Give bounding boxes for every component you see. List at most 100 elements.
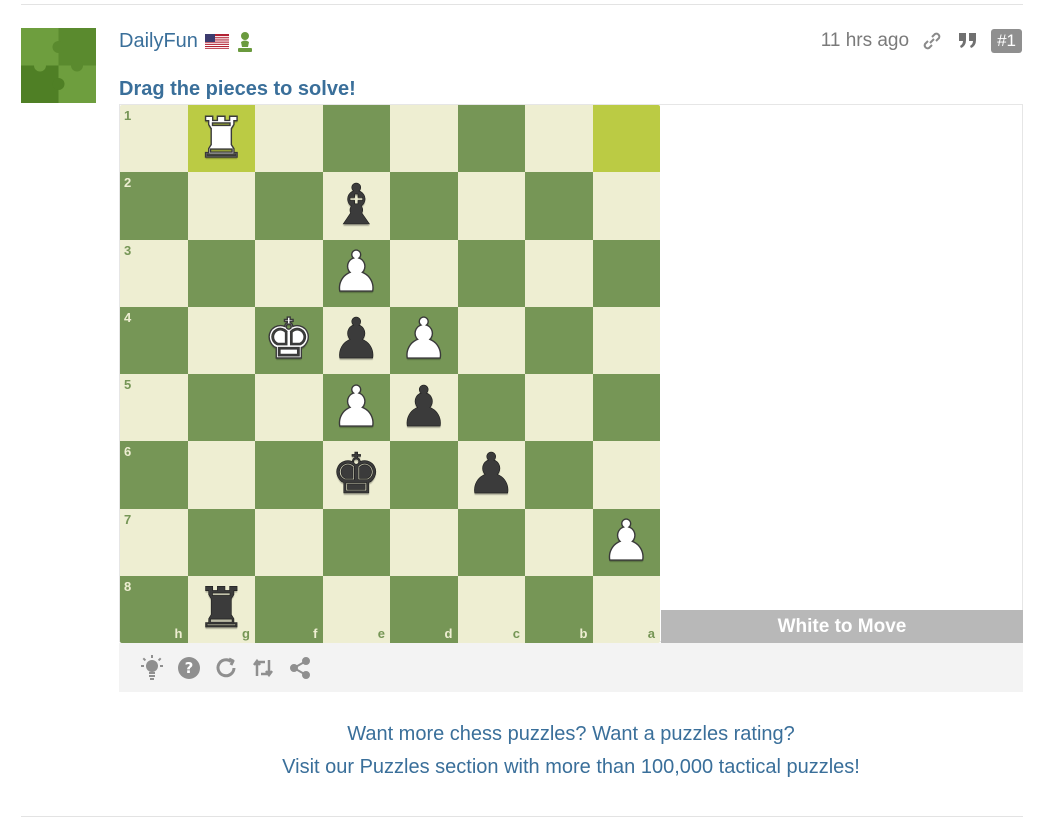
square-h7[interactable]: 7	[120, 508, 188, 576]
square-d5[interactable]: ♟	[390, 374, 458, 442]
white-piece[interactable]: ♟	[398, 311, 450, 368]
square-f3[interactable]	[255, 239, 323, 307]
black-piece[interactable]: ♜	[196, 581, 247, 638]
black-piece[interactable]: ♟	[331, 312, 382, 369]
black-piece[interactable]: ♚	[331, 446, 382, 503]
white-piece[interactable]: ♚	[263, 311, 315, 368]
square-f5[interactable]	[255, 374, 323, 442]
promo-link-1[interactable]: Want more chess puzzles? Want a puzzles …	[119, 718, 1023, 751]
square-a7[interactable]: ♟	[592, 508, 660, 576]
share-icon[interactable]	[287, 655, 313, 681]
square-a6[interactable]	[592, 441, 660, 509]
avatar[interactable]	[21, 28, 96, 103]
square-f4[interactable]: ♚	[255, 306, 323, 374]
square-e3[interactable]: ♟	[322, 239, 390, 307]
white-piece[interactable]: ♟	[600, 513, 652, 570]
turn-status: White to Move	[661, 610, 1023, 643]
puzzle-toolbar: ?	[119, 643, 1023, 692]
rank-label: 8	[124, 578, 132, 594]
top-divider	[21, 4, 1023, 5]
square-h3[interactable]: 3	[120, 239, 188, 307]
square-g4[interactable]	[187, 306, 255, 374]
square-d1[interactable]	[390, 105, 458, 173]
square-e4[interactable]: ♟	[322, 306, 390, 374]
square-g6[interactable]	[187, 441, 255, 509]
file-label: d	[444, 626, 453, 641]
square-a8[interactable]: a	[592, 575, 660, 643]
square-h6[interactable]: 6	[120, 441, 188, 509]
square-h5[interactable]: 5	[120, 374, 188, 442]
square-g7[interactable]	[187, 508, 255, 576]
rank-label: 3	[124, 242, 132, 258]
square-b5[interactable]	[525, 374, 593, 442]
square-h4[interactable]: 4	[120, 306, 188, 374]
author-name[interactable]: DailyFun	[119, 30, 198, 53]
black-piece[interactable]: ♟	[466, 446, 517, 503]
promo-link-2[interactable]: Visit our Puzzles section with more than…	[119, 751, 1023, 784]
square-d6[interactable]	[390, 441, 458, 509]
white-piece[interactable]: ♟	[330, 378, 382, 435]
square-a1[interactable]	[592, 105, 660, 173]
square-b1[interactable]	[525, 105, 593, 173]
square-f7[interactable]	[255, 508, 323, 576]
square-g2[interactable]	[187, 172, 255, 240]
quote-icon[interactable]	[955, 28, 981, 54]
square-c6[interactable]: ♟	[457, 441, 525, 509]
black-piece[interactable]: ♝	[331, 177, 382, 234]
square-c4[interactable]	[457, 306, 525, 374]
square-e8[interactable]: e	[322, 575, 390, 643]
black-piece[interactable]: ♟	[398, 379, 449, 436]
square-a4[interactable]	[592, 306, 660, 374]
square-e2[interactable]: ♝	[322, 172, 390, 240]
square-d4[interactable]: ♟	[390, 306, 458, 374]
square-c3[interactable]	[457, 239, 525, 307]
link-icon[interactable]	[919, 28, 945, 54]
square-b3[interactable]	[525, 239, 593, 307]
square-c1[interactable]	[457, 105, 525, 173]
square-c5[interactable]	[457, 374, 525, 442]
hint-icon[interactable]	[139, 654, 165, 681]
square-c7[interactable]	[457, 508, 525, 576]
square-e7[interactable]	[322, 508, 390, 576]
square-h2[interactable]: 2	[120, 172, 188, 240]
post-time: 11 hrs ago	[820, 30, 910, 51]
square-g5[interactable]	[187, 374, 255, 442]
square-f2[interactable]	[255, 172, 323, 240]
square-e5[interactable]: ♟	[322, 374, 390, 442]
square-d8[interactable]: d	[390, 575, 458, 643]
square-c2[interactable]	[457, 172, 525, 240]
square-g3[interactable]	[187, 239, 255, 307]
square-a5[interactable]	[592, 374, 660, 442]
square-b8[interactable]: b	[525, 575, 593, 643]
square-g1[interactable]: ♜	[187, 105, 255, 173]
help-icon[interactable]: ?	[176, 655, 202, 681]
square-c8[interactable]: c	[457, 575, 525, 643]
post-number[interactable]: #1	[991, 29, 1022, 53]
flip-icon[interactable]	[250, 655, 276, 681]
square-b7[interactable]	[525, 508, 593, 576]
square-d2[interactable]	[390, 172, 458, 240]
white-piece[interactable]: ♜	[195, 109, 247, 166]
file-label: g	[242, 626, 250, 641]
square-h1[interactable]: 1	[120, 105, 188, 173]
square-b4[interactable]	[525, 306, 593, 374]
rank-label: 5	[124, 377, 132, 392]
square-h8[interactable]: 8h	[120, 575, 188, 643]
square-f6[interactable]	[255, 441, 323, 509]
chess-board[interactable]: 1 ♜ 2 ♝ 3 ♟ 4 ♚ ♟ ♟ 5 ♟ ♟ 6 ♚ ♟ 7 ♟ 8 h g ♜ f e d c b a	[120, 105, 660, 643]
square-f8[interactable]: f	[255, 575, 323, 643]
square-d3[interactable]	[390, 239, 458, 307]
square-b6[interactable]	[525, 441, 593, 509]
square-g8[interactable]: g ♜	[187, 575, 255, 643]
square-e6[interactable]: ♚	[322, 441, 390, 509]
square-b2[interactable]	[525, 172, 593, 240]
square-e1[interactable]	[322, 105, 390, 173]
square-a3[interactable]	[592, 239, 660, 307]
puzzles-promo: Want more chess puzzles? Want a puzzles …	[119, 718, 1023, 784]
white-piece[interactable]: ♟	[330, 244, 382, 301]
file-label: a	[647, 626, 655, 641]
reset-icon[interactable]	[213, 655, 239, 681]
square-d7[interactable]	[390, 508, 458, 576]
square-f1[interactable]	[255, 105, 323, 173]
square-a2[interactable]	[592, 172, 660, 240]
